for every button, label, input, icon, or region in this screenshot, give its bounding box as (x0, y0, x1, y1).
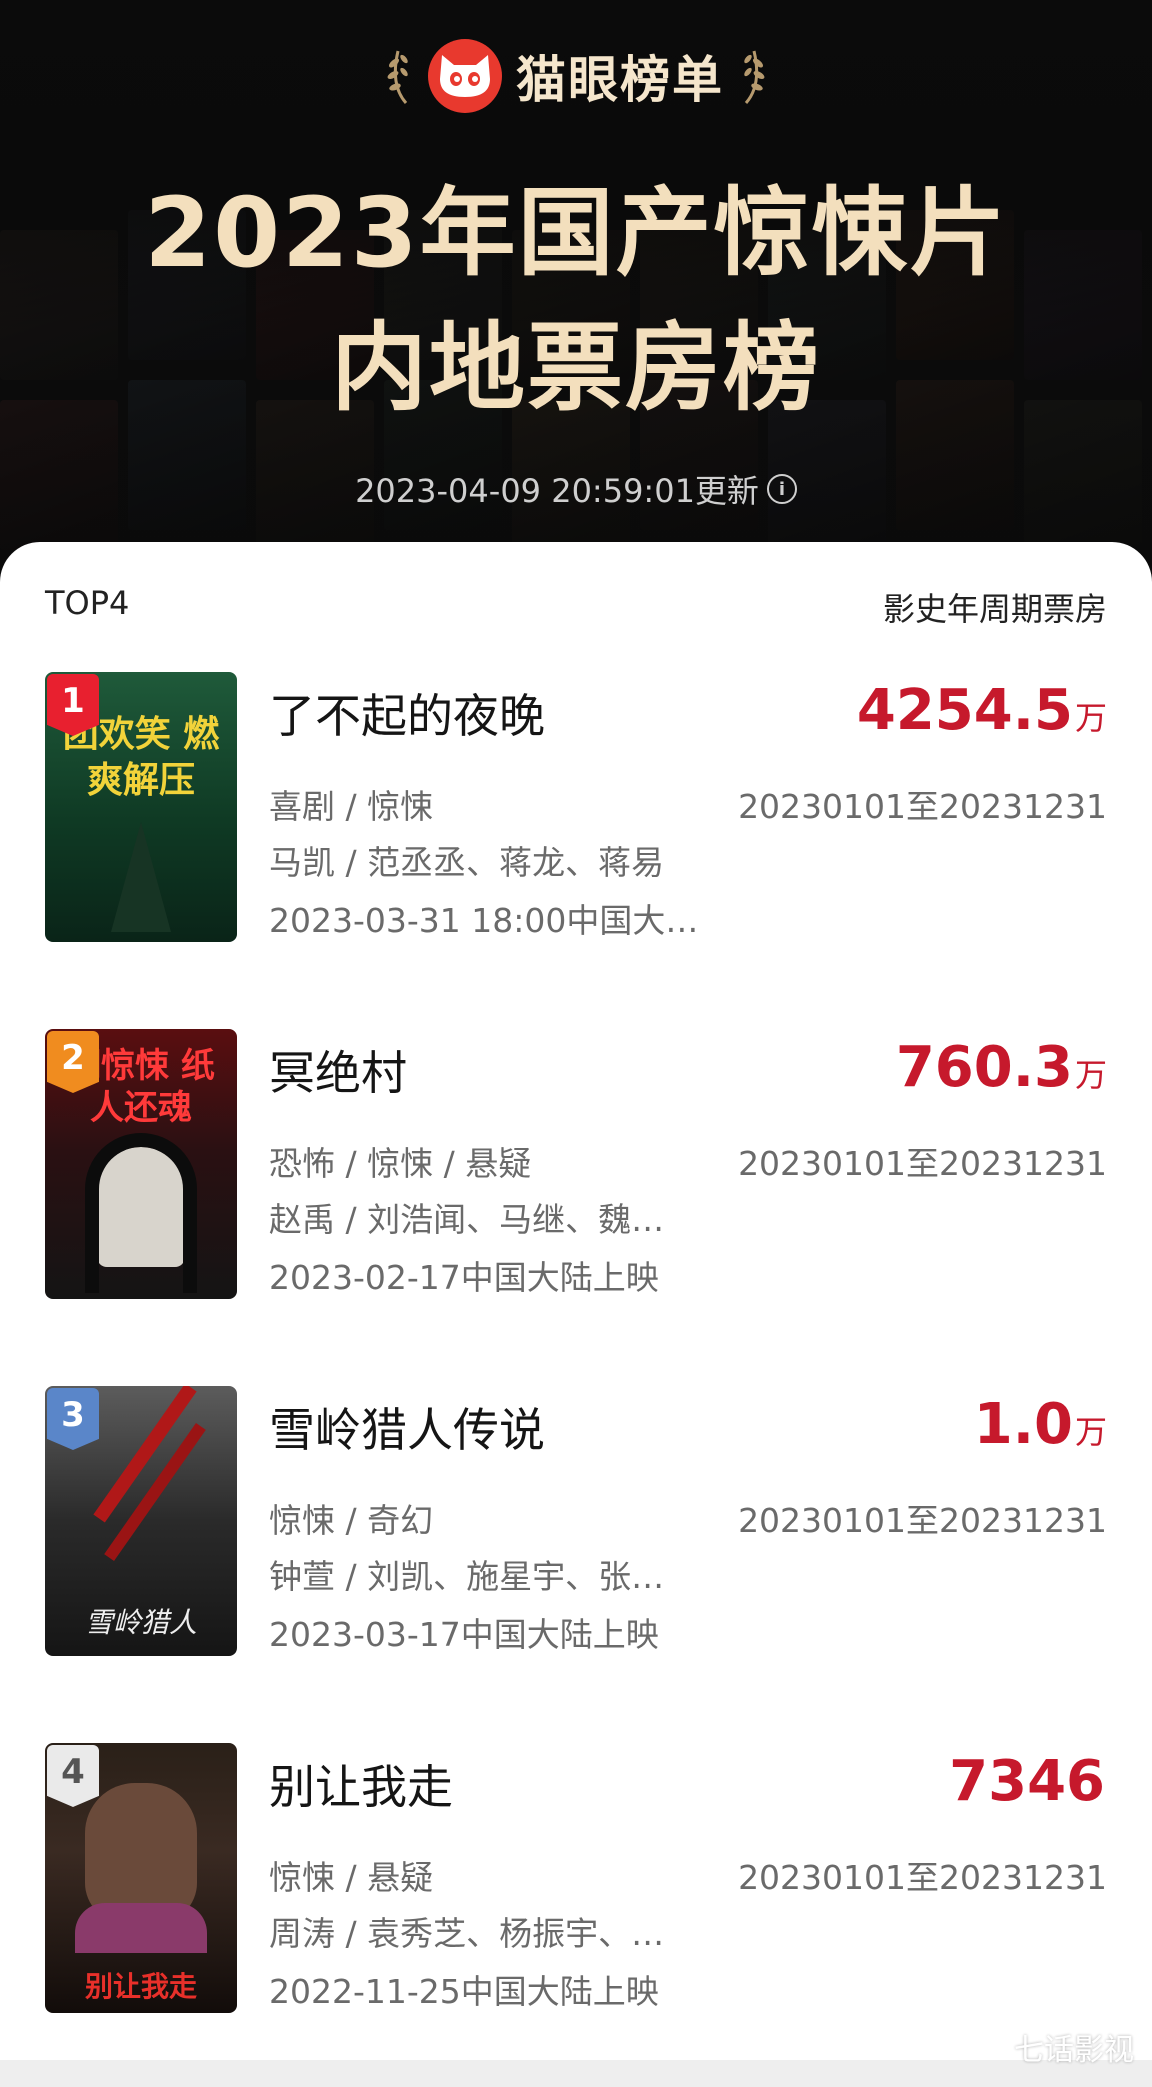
movie-genre: 喜剧 / 惊悚 (269, 787, 434, 826)
poster-face (85, 1783, 197, 1923)
movie-row[interactable]: 团欢笑 燃爽解压 1 了不起的夜晚 4254.5 万 喜剧 / 惊悚 202301… (45, 672, 1107, 942)
rank-badge: 1 (47, 674, 99, 736)
ranking-card: TOP4 影史年周期票房 团欢笑 燃爽解压 1 了不起的夜晚 4254.5 万 喜… (0, 542, 1152, 2087)
box-office-number: 1.0 (973, 1392, 1073, 1457)
poster-scarf (75, 1903, 207, 1953)
box-office-value: 4254.5 万 (857, 678, 1107, 743)
movie-release: 2022-11-25中国大陆上映 (269, 1972, 659, 2011)
movie-title[interactable]: 别让我走 (269, 1751, 453, 1817)
movie-genre: 恐怖 / 惊悚 / 悬疑 (269, 1144, 532, 1183)
box-office-unit: 万 (1074, 699, 1107, 737)
movie-release: 2023-03-17中国大陆上映 (269, 1615, 659, 1654)
laurel-right-icon (744, 50, 765, 104)
metric-label: 影史年周期票房 (882, 590, 1107, 628)
page-title-line1: 2023年国产惊悚片 (144, 177, 1008, 289)
movie-row[interactable]: 雪岭猎人 3 雪岭猎人传说 1.0 万 惊悚 / 奇幻 20230101至2023… (45, 1386, 1107, 1656)
box-office-unit: 万 (1074, 1413, 1107, 1451)
rank-badge: 2 (47, 1031, 99, 1093)
movie-cast: 马凯 / 范丞丞、蒋龙、蒋易 (269, 843, 665, 882)
update-time-text: 2023-04-09 20:59:01更新 (355, 472, 759, 510)
movie-release: 2023-02-17中国大陆上映 (269, 1258, 659, 1297)
poster-text: 别让我走 (84, 1970, 197, 2003)
stat-period: 20230101至20231231 (738, 1858, 1107, 1897)
movie-cast: 钟萱 / 刘凯、施星宇、张… (269, 1557, 665, 1596)
page-title-line2: 内地票房榜 (331, 312, 821, 424)
movie-release: 2023-03-31 18:00中国大… (269, 901, 699, 940)
movie-genre: 惊悚 / 奇幻 (269, 1501, 434, 1540)
poster-text: 雪岭猎人 (84, 1606, 197, 1639)
rank-badge: 4 (47, 1745, 99, 1807)
footer-bar (0, 2060, 1152, 2087)
movie-title[interactable]: 雪岭猎人传说 (269, 1394, 545, 1460)
movie-title[interactable]: 了不起的夜晚 (269, 680, 545, 746)
list-header: TOP4 影史年周期票房 (45, 584, 1107, 630)
stat-period: 20230101至20231231 (738, 1501, 1107, 1540)
movie-row[interactable]: 别让我走 4 别让我走 7346 惊悚 / 悬疑 20230101至202312… (45, 1743, 1107, 2013)
brand-row: 猫眼榜单 (0, 36, 1152, 116)
movie-cast: 赵禹 / 刘浩闻、马继、魏… (269, 1200, 665, 1239)
box-office-number: 760.3 (895, 1035, 1073, 1100)
box-office-value: 760.3 万 (896, 1035, 1107, 1100)
info-icon[interactable]: i (766, 474, 797, 504)
movie-cast: 周涛 / 袁秀芝、杨振宇、… (269, 1914, 665, 1953)
box-office-number: 7346 (949, 1749, 1105, 1814)
box-office-number: 4254.5 (856, 678, 1073, 743)
poster-figure (111, 822, 171, 932)
box-office-value: 1.0 万 (974, 1392, 1107, 1457)
movie-title[interactable]: 冥绝村 (269, 1037, 407, 1103)
movie-genre: 惊悚 / 悬疑 (269, 1858, 434, 1897)
laurel-left-icon (387, 50, 408, 104)
box-office-value: 7346 (949, 1749, 1107, 1814)
watermark: 七话影视 (1014, 2033, 1134, 2068)
brand-name: 猫眼榜单 (516, 51, 724, 109)
maoyan-cat-logo-icon (428, 39, 502, 113)
box-office-unit: 万 (1074, 1056, 1107, 1094)
update-time-row[interactable]: 2023-04-09 20:59:01更新 i (0, 466, 1152, 512)
stat-period: 20230101至20231231 (738, 787, 1107, 826)
poster-hair (85, 1133, 197, 1293)
top-count-label: TOP4 (45, 584, 130, 622)
rank-badge: 3 (47, 1388, 99, 1450)
stat-period: 20230101至20231231 (738, 1144, 1107, 1183)
hero-banner: 猫眼榜单 2023年国产惊悚片 内地票房榜 2023-04-09 20:59:0… (0, 0, 1152, 600)
movie-row[interactable]: 明惊悚 纸人还魂 2 冥绝村 760.3 万 恐怖 / 惊悚 / 悬疑 20230… (45, 1029, 1107, 1299)
